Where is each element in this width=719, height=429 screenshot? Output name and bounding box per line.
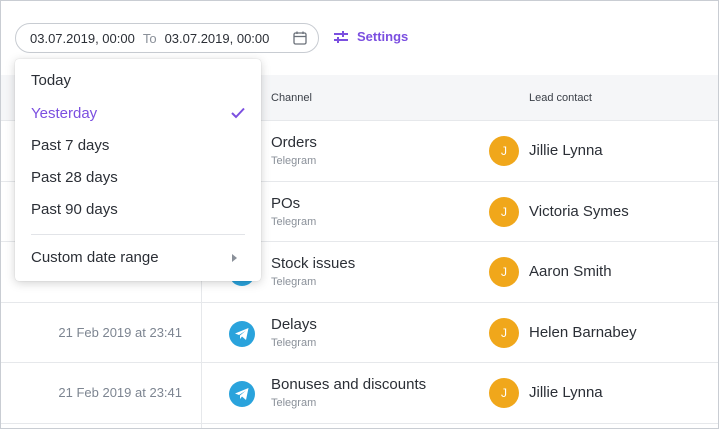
channel-name: POs [271,194,301,212]
dropdown-item-yesterday[interactable]: Yesterday [15,99,261,129]
dropdown-item-label: Past 28 days [31,169,118,186]
channel-source: Telegram [271,336,317,349]
channel-name: Stock issues [271,255,356,272]
avatar: J [489,378,519,408]
app-frame: 03.07.2019, 00:00 To 03.07.2019, 00:00 S… [0,0,719,429]
channel-source: Telegram [271,276,317,288]
channel-source: Telegram [271,155,317,167]
date-range-picker[interactable]: 03.07.2019, 00:00 To 03.07.2019, 00:00 [15,23,319,53]
avatar: J [489,196,519,227]
row-date: 21 Feb 2019 at 23:41 [58,324,182,340]
table-row[interactable]: 21 Feb 2019 at 23:41 Bonuses and discoun… [1,363,718,424]
row-date: 21 Feb 2019 at 23:41 [58,385,182,400]
dropdown-item-label: Custom date range [31,249,159,266]
dropdown-divider [31,234,245,235]
avatar: J [489,136,519,166]
telegram-icon [229,320,255,347]
table-row[interactable]: 21 Feb 2019 at 23:41 Delays Telegram J H… [1,303,718,363]
sliders-icon [334,30,348,43]
dropdown-item-custom-range[interactable]: Custom date range [15,243,261,273]
channel-name: Delays [271,315,317,333]
dropdown-item-past-7-days[interactable]: Past 7 days [15,131,261,161]
dropdown-item-label: Past 90 days [31,201,118,218]
telegram-icon [229,381,255,407]
date-separator: To [142,30,157,46]
chevron-right-icon [232,254,237,262]
lead-contact-name: Aaron Smith [529,263,612,280]
header-lead-contact: Lead contact [529,92,592,104]
dropdown-item-label: Past 7 days [31,137,110,154]
lead-contact-name: Jillie Lynna [529,142,603,159]
dropdown-item-today[interactable]: Today [15,66,261,96]
check-icon [231,107,245,119]
dropdown-item-past-28-days[interactable]: Past 28 days [15,163,261,193]
header-channel: Channel [271,92,312,104]
lead-contact-name: Jillie Lynna [529,384,603,401]
date-preset-dropdown: Today Yesterday Past 7 days Past 28 days… [15,59,261,281]
channel-source: Telegram [271,215,317,228]
settings-label: Settings [357,29,409,44]
dropdown-item-past-90-days[interactable]: Past 90 days [15,195,261,225]
lead-contact-name: Helen Barnabey [529,323,637,341]
calendar-icon[interactable] [292,30,308,46]
avatar: J [489,257,519,287]
settings-button[interactable]: Settings [333,29,408,44]
channel-name: Bonuses and discounts [271,376,427,393]
lead-contact-name: Victoria Symes [529,202,629,220]
date-from: 03.07.2019, 00:00 [30,30,135,46]
dropdown-item-label: Yesterday [31,105,98,122]
avatar: J [489,317,519,348]
dropdown-item-label: Today [31,72,72,89]
channel-name: Orders [271,134,317,151]
date-to: 03.07.2019, 00:00 [164,30,270,46]
channel-source: Telegram [271,397,317,409]
